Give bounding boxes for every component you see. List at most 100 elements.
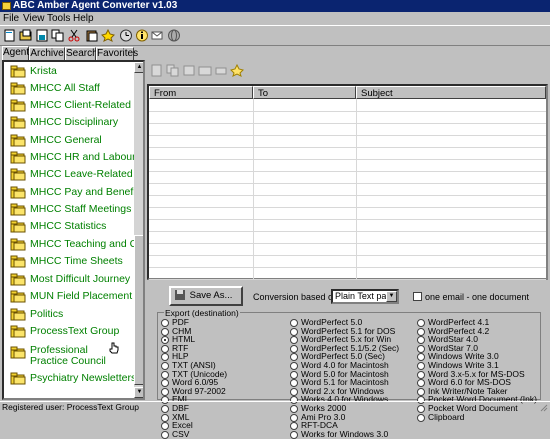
app-icon — [2, 2, 11, 10]
export-format-label: Clipboard — [428, 411, 465, 422]
one-email-label: one email - one document — [425, 292, 530, 302]
tab-agent[interactable]: Agent — [2, 46, 29, 60]
message-save-icon[interactable] — [198, 64, 212, 77]
column-subject[interactable]: Subject — [356, 86, 546, 99]
message-copy-icon[interactable] — [166, 64, 180, 77]
grid-row-line — [149, 171, 546, 172]
grid-row-line — [149, 231, 546, 232]
forward-icon[interactable] — [151, 29, 165, 42]
menu-tools[interactable]: Tools — [47, 12, 70, 25]
title-bar[interactable]: ABC Amber Agent Converter v1.03 — [0, 0, 550, 12]
message-new-icon[interactable] — [150, 64, 164, 77]
open-icon[interactable] — [19, 29, 33, 42]
tab-search[interactable]: Search — [65, 47, 98, 60]
column-to[interactable]: To — [253, 86, 356, 99]
scroll-down-button[interactable]: ▼ — [134, 387, 143, 398]
folder-icon — [10, 151, 26, 164]
grid-row-line — [149, 243, 546, 244]
menu-file[interactable]: File — [3, 12, 19, 25]
folder-icon — [10, 116, 26, 129]
copy-icon[interactable] — [51, 29, 65, 42]
menu-bar: File View Tools Help — [0, 12, 550, 25]
paste-icon[interactable] — [85, 29, 99, 42]
folder-label: ProcessText Group — [30, 325, 120, 337]
folder-label: Most Difficult Journey — [30, 273, 131, 285]
grid-row-line — [149, 123, 546, 124]
save-as-label: Save As... — [189, 290, 233, 301]
folder-icon — [10, 203, 26, 216]
folder-label: MHCC HR and Labour — [30, 151, 136, 163]
message-panel: From To Subject Save As... Conversion ba… — [147, 60, 548, 439]
folder-label: MHCC General — [30, 134, 102, 146]
clock-icon[interactable] — [119, 29, 133, 42]
folder-label: MHCC Time Sheets — [30, 255, 123, 267]
floppy-icon — [175, 290, 185, 300]
folder-icon — [10, 325, 26, 338]
one-email-checkbox[interactable] — [413, 292, 422, 301]
message-move-icon[interactable] — [182, 64, 196, 77]
folder-icon — [10, 220, 26, 233]
chevron-down-icon[interactable]: ▼ — [386, 291, 397, 302]
grid-row-line — [149, 135, 546, 136]
tab-favorites[interactable]: Favorites — [96, 47, 138, 60]
message-grid[interactable]: From To Subject — [147, 84, 548, 280]
message-toolbar — [147, 60, 548, 82]
grid-row-line — [149, 279, 546, 280]
folder-icon — [10, 273, 26, 286]
app-window: ABC Amber Agent Converter v1.03 File Vie… — [0, 0, 550, 439]
folder-label: Politics — [30, 308, 64, 320]
grid-header: From To Subject — [149, 86, 546, 99]
wizard-icon[interactable] — [101, 29, 115, 42]
folder-label: MUN Field Placement — [30, 290, 133, 302]
folder-list: Krista MHCC All Staff MHCC Client-Related M… — [2, 60, 145, 400]
grid-row-line — [149, 267, 546, 268]
radio-button[interactable] — [161, 430, 169, 439]
message-print-icon[interactable] — [214, 64, 228, 77]
grid-row-line — [149, 147, 546, 148]
folder-icon — [10, 346, 26, 359]
column-from[interactable]: From — [149, 86, 253, 99]
folder-tabs: Agent Archive Search Favorites — [0, 46, 145, 60]
radio-button[interactable] — [290, 430, 298, 439]
scroll-up-button[interactable]: ▲ — [134, 62, 143, 73]
folder-icon — [10, 99, 26, 112]
grid-column-line — [356, 99, 357, 280]
new-icon[interactable] — [3, 29, 17, 42]
globe-icon[interactable] — [167, 29, 181, 42]
grid-row-line — [149, 159, 546, 160]
cut-icon[interactable] — [67, 29, 81, 42]
export-group: Export (destination) PDF CHM HTML RTF HLP TXT… — [157, 309, 541, 439]
main-toolbar — [0, 25, 550, 46]
message-star-icon[interactable] — [230, 64, 244, 77]
conversion-select[interactable]: Plain Text part ▼ — [331, 289, 399, 304]
resize-grip-icon[interactable] — [539, 403, 548, 412]
grid-row-line — [149, 255, 546, 256]
export-format-option[interactable]: Clipboard — [417, 411, 465, 422]
folder-label: MHCC Pay and Benefits — [30, 186, 144, 198]
grid-row-line — [149, 207, 546, 208]
menu-view[interactable]: View — [23, 12, 45, 25]
folder-label: MHCC Leave-Related — [30, 168, 133, 180]
window-title: ABC Amber Agent Converter v1.03 — [13, 0, 178, 11]
folder-icon — [10, 290, 26, 303]
conversion-panel: Save As... Conversion based on: Plain Te… — [147, 284, 548, 439]
menu-help[interactable]: Help — [73, 12, 94, 25]
save-as-button[interactable]: Save As... — [169, 286, 243, 306]
scroll-thumb[interactable] — [134, 235, 143, 385]
folder-label: MHCC All Staff — [30, 82, 100, 94]
folder-icon — [10, 65, 26, 78]
folder-icon — [10, 255, 26, 268]
conversion-label: Conversion based on: — [253, 292, 341, 302]
export-format-option[interactable]: CSV — [161, 429, 189, 439]
export-format-option[interactable]: Works for Windows 3.0 — [290, 429, 388, 439]
folder-icon — [10, 168, 26, 181]
info-icon[interactable] — [135, 29, 149, 42]
folder-list-scrollbar[interactable]: ▲ ▼ — [134, 62, 143, 398]
folder-label: MHCC Teaching and CE — [30, 238, 145, 250]
save-icon[interactable] — [35, 29, 49, 42]
grid-row-line — [149, 183, 546, 184]
folder-label: MHCC Client-Related — [30, 99, 131, 111]
tab-archive[interactable]: Archive — [29, 47, 65, 60]
radio-button[interactable] — [417, 413, 425, 422]
folder-icon — [10, 82, 26, 95]
